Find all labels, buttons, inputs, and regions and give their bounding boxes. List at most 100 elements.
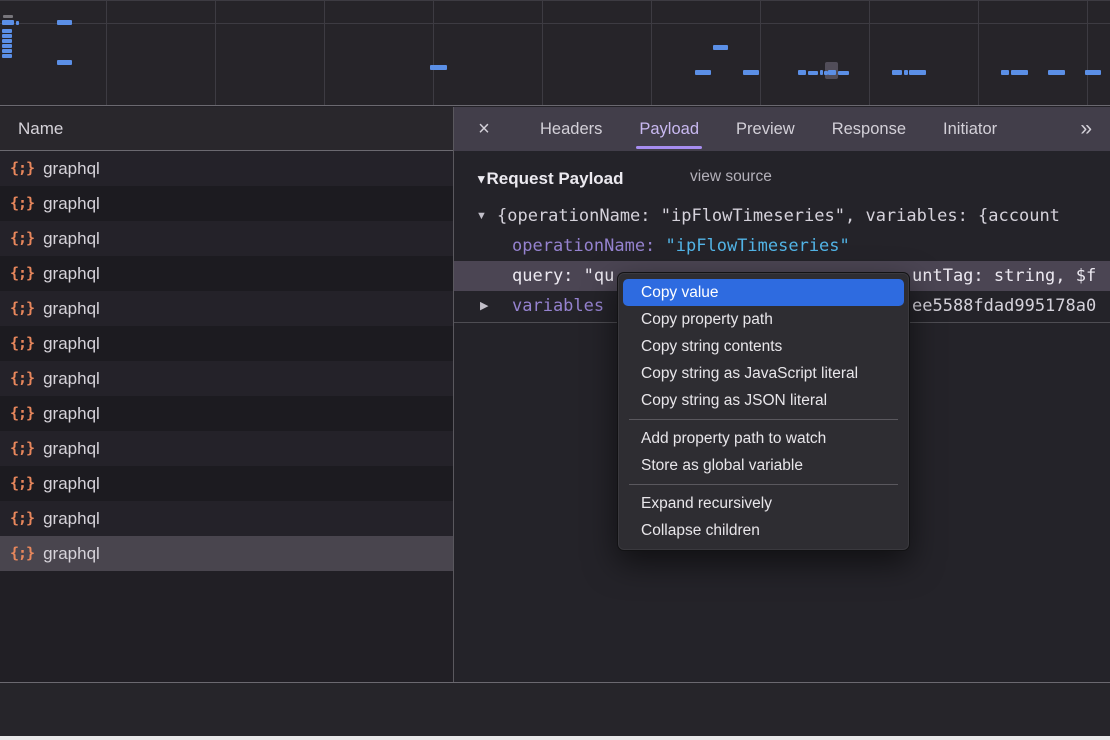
tab-response[interactable]: Response — [832, 107, 906, 151]
waterfall-bar[interactable] — [2, 29, 12, 33]
request-row[interactable]: {;} graphql — [0, 501, 453, 536]
waterfall-bar[interactable] — [57, 60, 72, 65]
request-name: graphql — [43, 439, 100, 459]
waterfall-bar[interactable] — [2, 34, 12, 38]
menu-item-copy-string-contents[interactable]: Copy string contents — [623, 333, 904, 360]
request-row[interactable]: {;} graphql — [0, 431, 453, 466]
waterfall-bar[interactable] — [3, 15, 13, 18]
request-row[interactable]: {;} graphql — [0, 396, 453, 431]
request-list: {;} graphql {;} graphql {;} graphql {;} graphql… — [0, 151, 453, 682]
request-row[interactable]: {;} graphql — [0, 186, 453, 221]
property-key: operationName: — [512, 236, 666, 256]
request-name: graphql — [43, 474, 100, 494]
waterfall-bar[interactable] — [838, 71, 849, 75]
waterfall-bar[interactable] — [713, 45, 728, 50]
property-value: "ipFlowTimeseries" — [666, 236, 850, 256]
waterfall-bar[interactable] — [909, 70, 926, 75]
tab-payload[interactable]: Payload — [639, 107, 699, 151]
overview-gridline — [869, 1, 870, 105]
waterfall-bar[interactable] — [828, 70, 836, 75]
context-menu: Copy valueCopy property pathCopy string … — [617, 272, 910, 551]
request-payload-heading[interactable]: ▾ Request Payload — [478, 166, 624, 192]
overview-gridline — [651, 1, 652, 105]
menu-item-copy-value[interactable]: Copy value — [623, 279, 904, 306]
request-name: graphql — [43, 334, 100, 354]
waterfall-bar[interactable] — [904, 70, 908, 75]
menu-item-collapse-children[interactable]: Collapse children — [623, 517, 904, 544]
json-icon: {;} — [10, 404, 34, 422]
request-row[interactable]: {;} graphql — [0, 221, 453, 256]
waterfall-bar[interactable] — [820, 70, 823, 75]
tree-row-operation-name[interactable]: operationName: "ipFlowTimeseries" — [454, 231, 1110, 261]
tree-row-root[interactable]: ▼ {operationName: "ipFlowTimeseries", va… — [454, 201, 1110, 231]
collapsed-triangle-icon[interactable]: ▶ — [480, 291, 488, 321]
request-name: graphql — [43, 404, 100, 424]
waterfall-bar[interactable] — [2, 39, 12, 43]
request-payload-title: Request Payload — [487, 169, 624, 189]
waterfall-bar[interactable] — [2, 49, 12, 53]
query-text-left: query: "qu — [512, 261, 614, 291]
variables-preview-right: ee5588fdad995178a0 — [912, 291, 1096, 321]
name-column-header[interactable]: Name — [0, 107, 453, 151]
waterfall-bar[interactable] — [743, 70, 759, 75]
window-bottom-edge — [0, 736, 1110, 740]
root-object-preview: {operationName: "ipFlowTimeseries", vari… — [497, 201, 1060, 231]
waterfall-bar[interactable] — [808, 71, 818, 75]
waterfall-bar[interactable] — [892, 70, 902, 75]
waterfall-bar[interactable] — [1048, 70, 1065, 75]
menu-item-copy-string-as-json-literal[interactable]: Copy string as JSON literal — [623, 387, 904, 414]
waterfall-bar[interactable] — [1001, 70, 1009, 75]
json-icon: {;} — [10, 474, 34, 492]
close-icon[interactable]: × — [473, 118, 495, 140]
panel-divider[interactable] — [453, 107, 454, 736]
json-icon: {;} — [10, 544, 34, 562]
request-row[interactable]: {;} graphql — [0, 326, 453, 361]
devtools-network-panel: Name × Headers Payload Preview Response Init… — [0, 0, 1110, 740]
tab-initiator[interactable]: Initiator — [943, 107, 997, 151]
waterfall-bar[interactable] — [695, 70, 711, 75]
waterfall-bar[interactable] — [2, 20, 14, 25]
overview-strip[interactable] — [0, 0, 1110, 106]
view-source-link[interactable]: view source — [690, 168, 772, 186]
waterfall-bar[interactable] — [430, 65, 447, 70]
json-icon: {;} — [10, 509, 34, 527]
request-row[interactable]: {;} graphql — [0, 466, 453, 501]
json-icon: {;} — [10, 334, 34, 352]
request-row[interactable]: {;}graphql — [0, 151, 453, 186]
menu-item-store-as-global-variable[interactable]: Store as global variable — [623, 452, 904, 479]
expanded-triangle-icon[interactable]: ▼ — [476, 201, 487, 231]
request-row[interactable]: {;}graphql — [0, 256, 453, 291]
tab-preview[interactable]: Preview — [736, 107, 795, 151]
json-icon: {;} — [10, 229, 34, 247]
waterfall-bar[interactable] — [57, 20, 72, 25]
menu-item-add-property-path-to-watch[interactable]: Add property path to watch — [623, 425, 904, 452]
waterfall-bar[interactable] — [16, 21, 19, 25]
menu-item-expand-recursively[interactable]: Expand recursively — [623, 490, 904, 517]
tab-headers[interactable]: Headers — [540, 107, 602, 151]
request-name: graphql — [43, 299, 100, 319]
waterfall-bar[interactable] — [2, 44, 12, 48]
footer-strip — [0, 682, 1110, 736]
overview-gridline — [324, 1, 325, 105]
request-name: graphql — [43, 159, 100, 179]
overview-gridline — [215, 1, 216, 105]
waterfall-bar[interactable] — [1011, 70, 1028, 75]
json-icon: {;} — [10, 194, 34, 212]
json-icon: {;} — [10, 439, 34, 457]
request-name: graphql — [43, 264, 100, 284]
menu-item-copy-property-path[interactable]: Copy property path — [623, 306, 904, 333]
json-icon: {;} — [10, 299, 34, 317]
request-name: graphql — [43, 194, 100, 214]
request-name: graphql — [43, 229, 100, 249]
waterfall-bar[interactable] — [798, 70, 806, 75]
more-tabs-icon[interactable]: » — [1080, 117, 1090, 141]
menu-item-copy-string-as-javascript-literal[interactable]: Copy string as JavaScript literal — [623, 360, 904, 387]
request-name: graphql — [43, 509, 100, 529]
overview-gridline — [433, 1, 434, 105]
request-row[interactable]: {;}graphql — [0, 361, 453, 396]
request-row[interactable]: {;}graphql — [0, 536, 453, 571]
request-row[interactable]: {;} graphql — [0, 291, 453, 326]
waterfall-bar[interactable] — [1085, 70, 1101, 75]
property-key: variables — [512, 291, 604, 321]
waterfall-bar[interactable] — [2, 54, 12, 58]
